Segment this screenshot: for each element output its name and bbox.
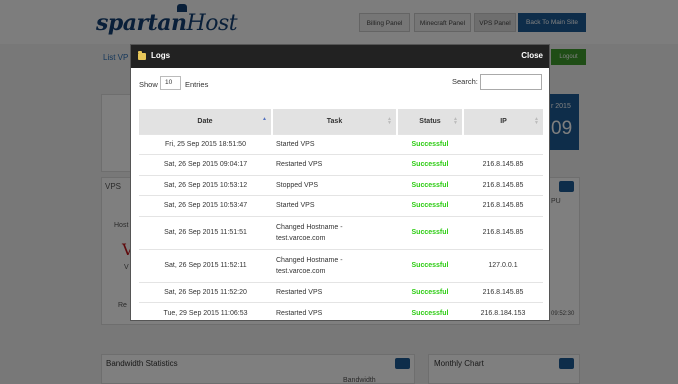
sort-asc-icon: ▲	[262, 116, 267, 122]
column-label-ip: IP	[500, 117, 507, 125]
cell-ip: 127.0.0.1	[463, 248, 543, 282]
cell-ip: 216.8.145.85	[463, 154, 543, 175]
cell-task: Restarted VPS	[272, 281, 397, 303]
cell-ip: 216.8.145.85	[463, 215, 543, 249]
cell-date: Sat, 26 Sep 2015 10:53:12	[139, 174, 272, 196]
cell-date: Sat, 26 Sep 2015 11:52:20	[139, 281, 272, 303]
column-header-date[interactable]: Date ▲	[139, 109, 273, 134]
cell-date: Sat, 26 Sep 2015 11:52:11	[139, 248, 272, 282]
show-label: Show	[139, 80, 158, 89]
folder-icon	[138, 51, 146, 60]
sort-icon: ▲ ▼	[453, 116, 458, 126]
cell-task-line1: Started VPS	[276, 202, 315, 210]
column-label-status: Status	[419, 117, 441, 125]
cell-ip: 216.8.145.85	[463, 195, 543, 216]
cell-task-line1: Changed Hostname -	[276, 256, 343, 264]
cell-status: Successful	[397, 195, 463, 216]
table-row: Tue, 29 Sep 2015 11:06:53 Restarted VPS …	[139, 302, 543, 320]
cell-task: Started VPS	[272, 195, 397, 216]
cell-task-line1: Restarted VPS	[276, 161, 323, 169]
table-row: Sat, 26 Sep 2015 11:51:51 Changed Hostna…	[139, 215, 543, 249]
cell-task-line2: test.varcoe.com	[276, 267, 326, 275]
table-row: Sat, 26 Sep 2015 11:52:11 Changed Hostna…	[139, 248, 543, 282]
cell-status: Successful	[397, 215, 463, 249]
entries-select[interactable]: 10	[160, 76, 181, 90]
search-label: Search:	[452, 77, 478, 86]
cell-status: Successful	[397, 154, 463, 175]
sort-icon: ▲ ▼	[387, 116, 392, 126]
logs-table: Date ▲ Task ▲ ▼ Status ▲ ▼ IP ▲ ▼ Fri, 25 Sep 2…	[139, 109, 543, 320]
cell-date: Sat, 26 Sep 2015 11:51:51	[139, 215, 272, 249]
cell-status: Successful	[397, 133, 463, 155]
cell-task: Restarted VPS	[272, 302, 397, 320]
cell-date: Sat, 26 Sep 2015 09:04:17	[139, 154, 272, 175]
cell-status: Successful	[397, 281, 463, 303]
cell-task-line1: Started VPS	[276, 140, 315, 148]
cell-task-line1: Stopped VPS	[276, 181, 319, 189]
cell-task-line2: test.varcoe.com	[276, 234, 326, 242]
modal-title: Logs	[151, 51, 171, 60]
column-header-task[interactable]: Task ▲ ▼	[272, 109, 398, 134]
column-label-date: Date	[197, 117, 213, 125]
cell-task: Started VPS	[272, 133, 397, 155]
cell-ip: 216.8.184.153	[463, 302, 543, 320]
cell-task: Changed Hostname - test.varcoe.com	[272, 248, 397, 282]
cell-status: Successful	[397, 248, 463, 282]
cell-date: Tue, 29 Sep 2015 11:06:53	[139, 302, 272, 320]
table-row: Sat, 26 Sep 2015 09:04:17 Restarted VPS …	[139, 154, 543, 175]
column-label-task: Task	[326, 117, 343, 125]
cell-task-line1: Restarted VPS	[276, 309, 323, 317]
table-row: Sat, 26 Sep 2015 11:52:20 Restarted VPS …	[139, 281, 543, 303]
cell-date: Fri, 25 Sep 2015 18:51:50	[139, 133, 272, 155]
cell-ip: 216.8.145.85	[463, 281, 543, 303]
cell-ip	[463, 133, 543, 155]
table-row: Sat, 26 Sep 2015 10:53:12 Stopped VPS Su…	[139, 174, 543, 196]
column-header-status[interactable]: Status ▲ ▼	[397, 109, 464, 134]
logs-modal: Logs Close Show 10 Entries Search: Date ▲…	[130, 44, 550, 321]
cell-task: Changed Hostname - test.varcoe.com	[272, 215, 397, 249]
table-row: Fri, 25 Sep 2015 18:51:50 Started VPS Su…	[139, 133, 543, 155]
cell-ip: 216.8.145.85	[463, 174, 543, 196]
entries-label: Entries	[185, 80, 209, 89]
column-header-ip[interactable]: IP ▲ ▼	[463, 109, 543, 134]
close-button[interactable]: Close	[521, 51, 543, 60]
search-input[interactable]	[480, 74, 542, 90]
sort-icon: ▲ ▼	[534, 116, 539, 126]
table-row: Sat, 26 Sep 2015 10:53:47 Started VPS Su…	[139, 195, 543, 216]
cell-task: Restarted VPS	[272, 154, 397, 175]
cell-status: Successful	[397, 302, 463, 320]
cell-task-line1: Restarted VPS	[276, 288, 323, 296]
cell-status: Successful	[397, 174, 463, 196]
modal-header: Logs Close	[131, 45, 549, 68]
cell-date: Sat, 26 Sep 2015 10:53:47	[139, 195, 272, 216]
cell-task-line1: Changed Hostname -	[276, 223, 343, 231]
cell-task: Stopped VPS	[272, 174, 397, 196]
table-header-row: Date ▲ Task ▲ ▼ Status ▲ ▼ IP ▲ ▼	[139, 109, 543, 134]
